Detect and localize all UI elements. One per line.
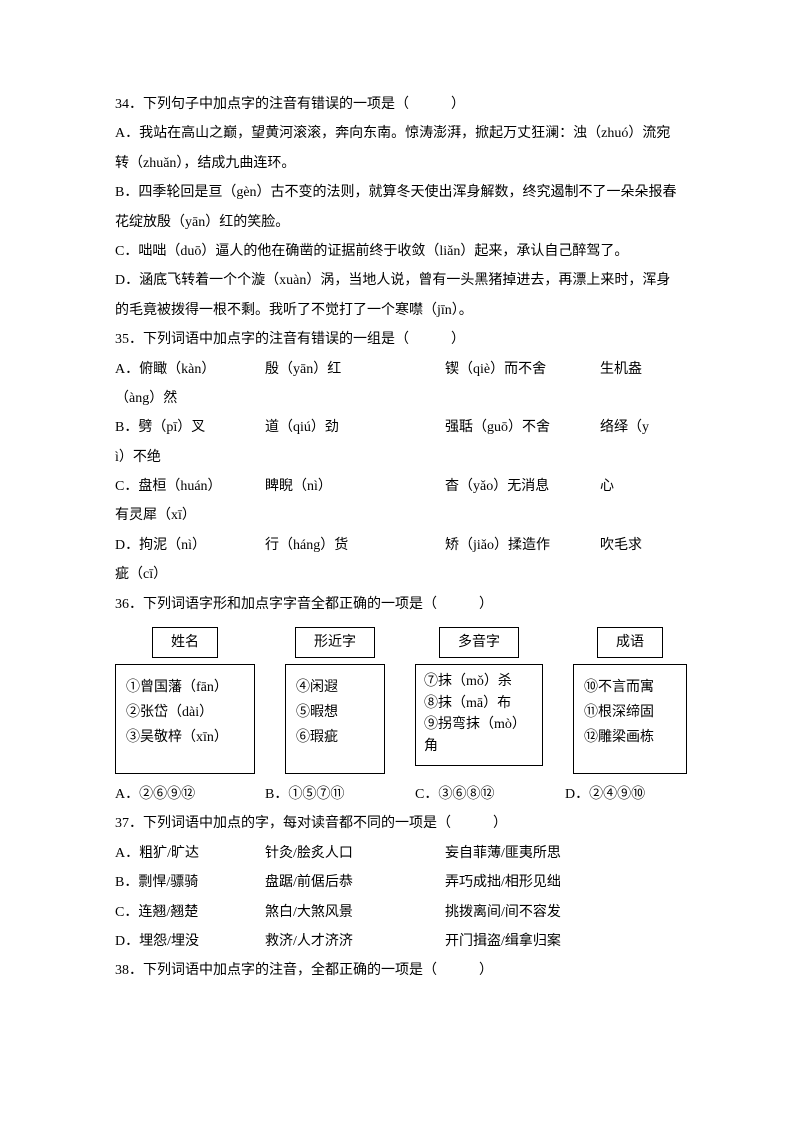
cell: 煞白/大煞风景 xyxy=(265,898,445,927)
cell: D．埋怨/埋没 xyxy=(115,927,265,956)
box-duoyin: 多音字 ⑦抹（mǒ）杀 ⑧抹（mā）布 ⑨拐弯抹（mò） 角 xyxy=(415,627,543,774)
q35-d-cont: 疵（cī） xyxy=(115,560,679,589)
cell: ⑫雕梁画栋 xyxy=(584,725,676,750)
q35-b-cont: ì）不绝 xyxy=(115,443,679,472)
cell: ⑩不言而寓 xyxy=(584,675,676,700)
cell: 开门揖盗/缉拿归案 xyxy=(445,927,561,956)
q35-b-3: 强聒（guō）不舍 xyxy=(445,413,600,442)
q35-a: A．俯瞰（kàn） 殷（yān）红 锲（qiè）而不舍 生机盎 xyxy=(115,355,679,384)
cell: ⑨拐弯抹（mò） xyxy=(424,714,534,736)
q36-opt-b: B．①⑤⑦⑪ xyxy=(265,780,415,809)
cell: ⑥瑕疵 xyxy=(296,725,374,750)
q35-b-4: 络绎（y xyxy=(600,413,649,442)
box-body-names: ①曾国藩（fān） ②张岱（dài） ③吴敬梓（xīn） xyxy=(115,664,255,774)
q35-c: C．盘桓（huán） 睥睨（nì） 杳（yǎo）无消息 心 xyxy=(115,472,679,501)
q35-a-4: 生机盎 xyxy=(600,355,642,384)
q35-a-cont: （àng）然 xyxy=(115,384,679,413)
q34-b: B．四季轮回是亘（gèn）古不变的法则，就算冬天使出浑身解数，终究遏制不了一朵朵… xyxy=(115,178,679,237)
q35-d-3: 矫（jiǎo）揉造作 xyxy=(445,531,600,560)
q35-stem: 35．下列词语中加点字的注音有错误的一组是（ ） xyxy=(115,325,679,354)
box-names: 姓名 ①曾国藩（fān） ②张岱（dài） ③吴敬梓（xīn） xyxy=(115,627,255,774)
q35-b-1: B．劈（pī）叉 xyxy=(115,413,265,442)
cell: 救济/人才济济 xyxy=(265,927,445,956)
q34-d: D．涵底飞转着一个个漩（xuàn）涡，当地人说，曾有一头黑猪掉进去，再漂上来时，… xyxy=(115,266,679,325)
q35-d-2: 行（háng）货 xyxy=(265,531,445,560)
q35-b: B．劈（pī）叉 道（qiú）劲 强聒（guō）不舍 络绎（y xyxy=(115,413,679,442)
q36-boxes: 姓名 ①曾国藩（fān） ②张岱（dài） ③吴敬梓（xīn） 形近字 ④闲遐 … xyxy=(115,627,679,774)
cell: ①曾国藩（fān） xyxy=(126,675,244,700)
cell: C．连翘/翘楚 xyxy=(115,898,265,927)
q36-stem: 36．下列词语字形和加点字字音全都正确的一项是（ ） xyxy=(115,590,679,619)
q35-c-cont: 有灵犀（xī） xyxy=(115,501,679,530)
q35-c-4: 心 xyxy=(600,472,614,501)
cell: ⑦抹（mǒ）杀 xyxy=(424,671,534,693)
cell: 挑拨离间/间不容发 xyxy=(445,898,561,927)
q35-b-2: 道（qiú）劲 xyxy=(265,413,445,442)
q37-d: D．埋怨/埋没 救济/人才济济 开门揖盗/缉拿归案 xyxy=(115,927,679,956)
q35-a-1: A．俯瞰（kàn） xyxy=(115,355,265,384)
q35-a-2: 殷（yān）红 xyxy=(265,355,445,384)
q35-c-3: 杳（yǎo）无消息 xyxy=(445,472,600,501)
cell: 盘踞/前倨后恭 xyxy=(265,868,445,897)
cell: ②张岱（dài） xyxy=(126,700,244,725)
cell: ④闲遐 xyxy=(296,675,374,700)
q35-d-1: D．拘泥（nì） xyxy=(115,531,265,560)
cell: A．粗犷/旷达 xyxy=(115,839,265,868)
q35-d: D．拘泥（nì） 行（háng）货 矫（jiǎo）揉造作 吹毛求 xyxy=(115,531,679,560)
q34-c: C．咄咄（duō）逼人的他在确凿的证据前终于收敛（liǎn）起来，承认自己醉驾了… xyxy=(115,237,679,266)
box-body-idiom: ⑩不言而寓 ⑪根深缔固 ⑫雕梁画栋 xyxy=(573,664,687,774)
q38-stem: 38．下列词语中加点字的注音，全都正确的一项是（ ） xyxy=(115,956,679,985)
cell: 角 xyxy=(424,736,534,758)
box-header-idiom: 成语 xyxy=(597,627,663,658)
q35-d-4: 吹毛求 xyxy=(600,531,642,560)
q36-opt-c: C．③⑥⑧⑫ xyxy=(415,780,565,809)
cell: 针灸/脍炙人口 xyxy=(265,839,445,868)
q34-stem: 34．下列句子中加点字的注音有错误的一项是（ ） xyxy=(115,90,679,119)
q37-c: C．连翘/翘楚 煞白/大煞风景 挑拨离间/间不容发 xyxy=(115,898,679,927)
cell: 弄巧成拙/相形见绌 xyxy=(445,868,561,897)
cell: 妄自菲薄/匪夷所思 xyxy=(445,839,561,868)
q36-options: A．②⑥⑨⑫ B．①⑤⑦⑪ C．③⑥⑧⑫ D．②④⑨⑩ xyxy=(115,780,679,809)
box-body-duoyin: ⑦抹（mǒ）杀 ⑧抹（mā）布 ⑨拐弯抹（mò） 角 xyxy=(415,664,543,766)
q34-a: A．我站在高山之巅，望黄河滚滚，奔向东南。惊涛澎湃，掀起万丈狂澜：浊（zhuó）… xyxy=(115,119,679,178)
q37-b: B．剽悍/骠骑 盘踞/前倨后恭 弄巧成拙/相形见绌 xyxy=(115,868,679,897)
cell: B．剽悍/骠骑 xyxy=(115,868,265,897)
q36-opt-d: D．②④⑨⑩ xyxy=(565,780,645,809)
cell: ⑤暇想 xyxy=(296,700,374,725)
q35-c-2: 睥睨（nì） xyxy=(265,472,445,501)
box-header-names: 姓名 xyxy=(152,627,218,658)
q36-opt-a: A．②⑥⑨⑫ xyxy=(115,780,265,809)
cell: ③吴敬梓（xīn） xyxy=(126,725,244,750)
box-idiom: 成语 ⑩不言而寓 ⑪根深缔固 ⑫雕梁画栋 xyxy=(573,627,687,774)
cell: ⑧抹（mā）布 xyxy=(424,693,534,715)
q37-stem: 37．下列词语中加点的字，每对读音都不同的一项是（ ） xyxy=(115,809,679,838)
q37-a: A．粗犷/旷达 针灸/脍炙人口 妄自菲薄/匪夷所思 xyxy=(115,839,679,868)
exam-page: 34．下列句子中加点字的注音有错误的一项是（ ） A．我站在高山之巅，望黄河滚滚… xyxy=(0,0,794,1046)
box-body-xingjin: ④闲遐 ⑤暇想 ⑥瑕疵 xyxy=(285,664,385,774)
q35-a-3: 锲（qiè）而不舍 xyxy=(445,355,600,384)
box-header-xingjin: 形近字 xyxy=(295,627,375,658)
box-xingjin: 形近字 ④闲遐 ⑤暇想 ⑥瑕疵 xyxy=(285,627,385,774)
box-header-duoyin: 多音字 xyxy=(439,627,519,658)
q35-c-1: C．盘桓（huán） xyxy=(115,472,265,501)
cell: ⑪根深缔固 xyxy=(584,700,676,725)
